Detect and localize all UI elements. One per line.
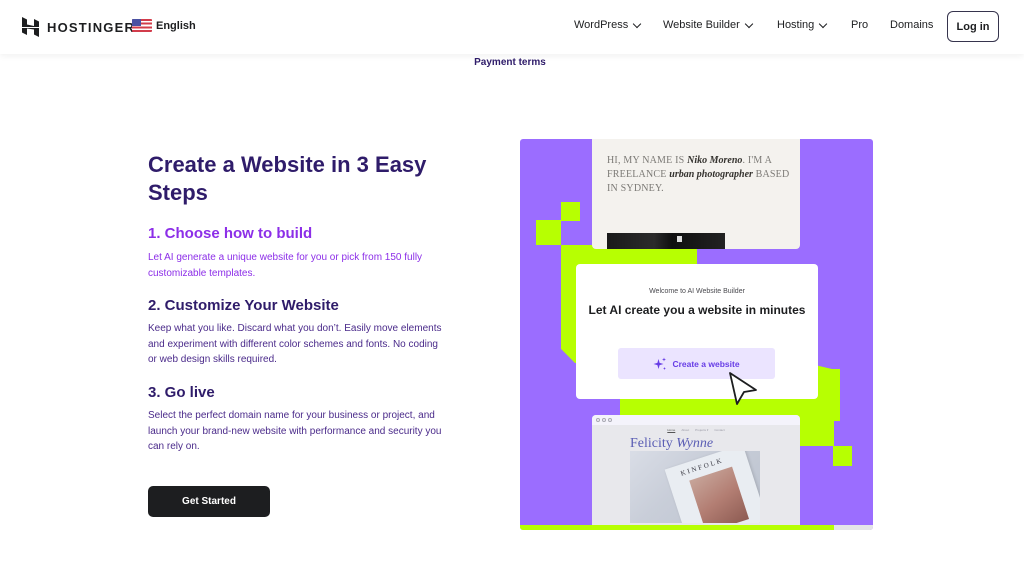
nav-label: Domains (890, 19, 934, 31)
template-nav-item: About (681, 428, 690, 432)
sparkle-icon (653, 357, 667, 370)
step-2-title: 2. Customize Your Website (148, 297, 339, 314)
lime-pixel (833, 446, 852, 466)
magazine: KINFOLK (664, 451, 760, 523)
language-selector[interactable]: English (132, 19, 196, 32)
login-button[interactable]: Log in (947, 11, 999, 42)
nav-label: Hosting (777, 19, 815, 31)
language-label: English (156, 19, 196, 32)
get-started-button[interactable]: Get Started (148, 486, 270, 517)
brand-name: HOSTINGER (47, 19, 136, 35)
nav-label: Pro (851, 19, 869, 31)
nav-item-wordpress[interactable]: WordPress (574, 19, 642, 31)
lime-pixel (536, 220, 561, 245)
create-website-label: Create a website (672, 358, 740, 369)
progress-fill (520, 525, 835, 530)
ai-builder-title: Let AI create you a website in minutes (588, 303, 806, 317)
nav-item-pro[interactable]: Pro (851, 19, 868, 31)
magazine-cover-image (689, 466, 750, 523)
template-nav-item: Contact (714, 428, 725, 432)
lime-pixel (561, 202, 580, 221)
chevron-down-icon (744, 19, 754, 28)
template-preview-card: Home About Projects ▾ Contact Felicity W… (592, 415, 800, 530)
chevron-down-icon (819, 19, 828, 28)
window-dot-icon (608, 418, 612, 422)
progress-track (520, 525, 873, 530)
portfolio-name: Niko Moreno (687, 155, 743, 166)
nav-label: WordPress (574, 19, 629, 31)
window-dot-icon (602, 418, 606, 422)
intro-prefix: Hi, my name is (607, 155, 688, 166)
template-nav-item: Projects ▾ (695, 428, 709, 432)
name-last: Wynne (676, 436, 714, 451)
ai-builder-subtitle: Welcome to AI Website Builder (649, 288, 745, 295)
window-dot-icon (596, 418, 600, 422)
portfolio-role: urban photographer (669, 169, 753, 180)
nav-item-website-builder[interactable]: Website Builder (663, 19, 754, 31)
ai-builder-card: Welcome to AI Website Builder Let AI cre… (576, 264, 818, 399)
nav-label: Website Builder (663, 19, 740, 31)
template-nav: Home About Projects ▾ Contact (592, 428, 800, 432)
nav-item-domains[interactable]: Domains (890, 19, 933, 31)
step-3-title: 3. Go live (148, 384, 215, 401)
browser-bar (592, 415, 800, 425)
step-1-description: Let AI generate a unique website for you… (148, 252, 423, 279)
mouse-cursor-icon (729, 372, 757, 405)
us-flag-icon (132, 19, 152, 32)
template-site-name: Felicity Wynne (630, 436, 713, 452)
nav-item-hosting[interactable]: Hosting (777, 19, 828, 31)
name-first: Felicity (630, 436, 677, 451)
section-title: Create a Website in 3 Easy Steps (148, 152, 427, 205)
builder-illustration: Hi, my name is Niko Moreno. I'm a freela… (520, 139, 873, 530)
step-1-title: 1. Choose how to build (148, 225, 313, 242)
chevron-down-icon (632, 19, 642, 28)
portfolio-preview-card: Hi, my name is Niko Moreno. I'm a freela… (592, 139, 800, 249)
step-3-description: Select the perfect domain name for your … (148, 410, 442, 452)
site-header: HOSTINGER English WordPress Website Buil… (0, 0, 1024, 54)
portfolio-intro-text: Hi, my name is Niko Moreno. I'm a freela… (607, 154, 792, 196)
city-photo (607, 233, 725, 249)
template-nav-item: Home (667, 428, 676, 432)
hostinger-logo[interactable]: HOSTINGER (22, 17, 135, 37)
magazine-photo: KINFOLK (630, 451, 760, 523)
payment-terms-link[interactable]: Payment terms (0, 57, 1020, 68)
step-2-description: Keep what you like. Discard what you don… (148, 323, 442, 365)
hostinger-logo-icon (22, 17, 39, 37)
